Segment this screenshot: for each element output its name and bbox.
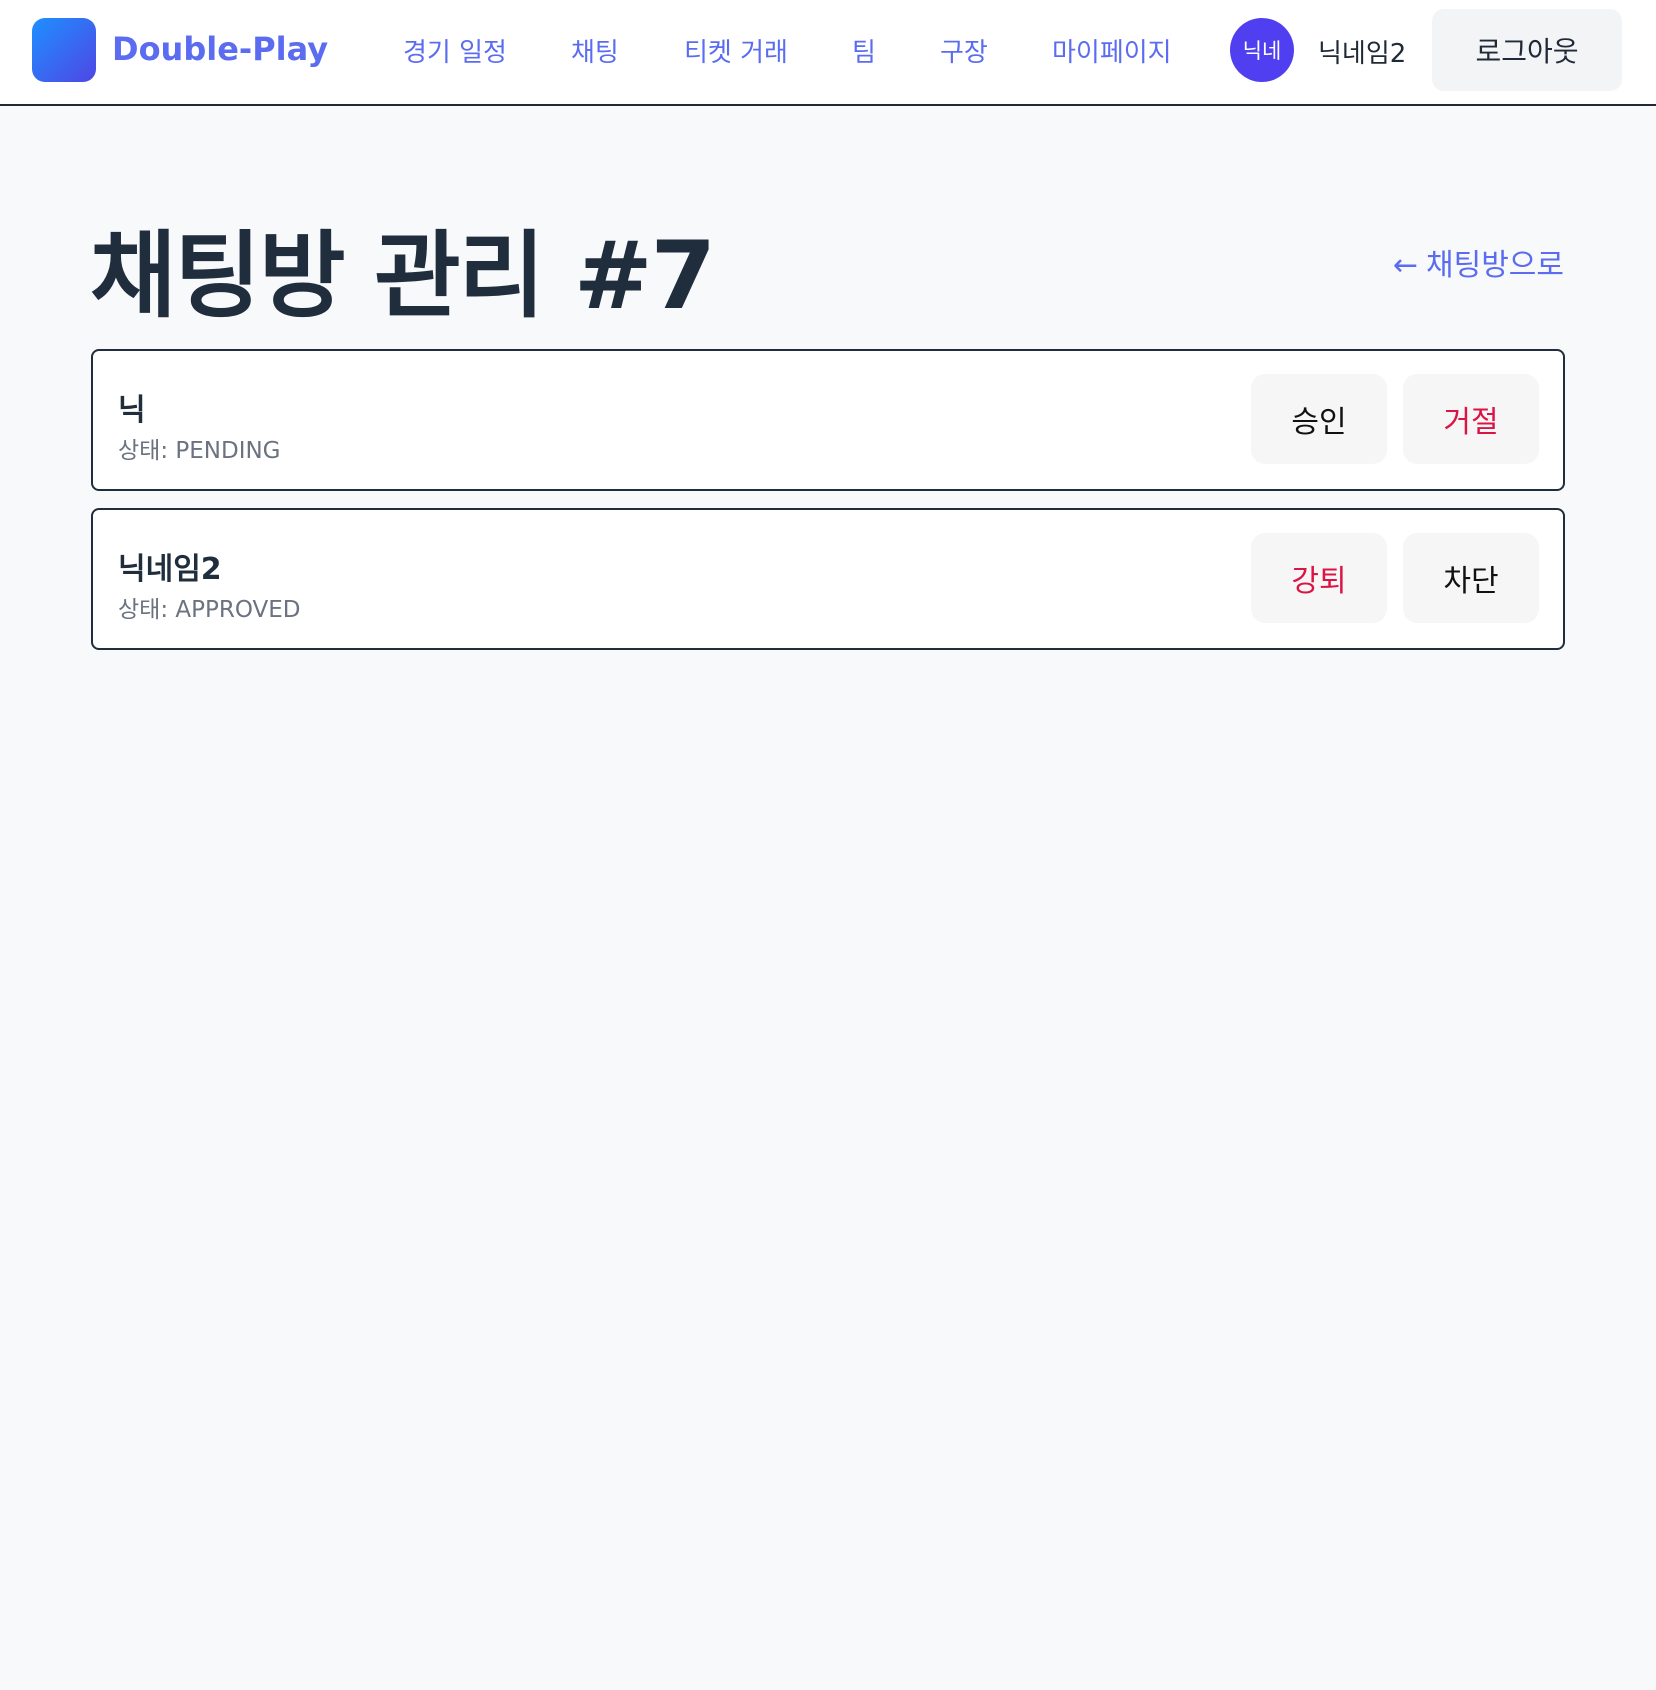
- back-to-chat-link[interactable]: ← 채팅방으로: [1393, 240, 1564, 284]
- avatar[interactable]: 닉네: [1230, 18, 1294, 82]
- brand-name[interactable]: Double-Play: [112, 30, 328, 68]
- approve-button[interactable]: 승인: [1251, 374, 1387, 464]
- logo-icon[interactable]: [32, 18, 96, 82]
- nav-ticket-trade[interactable]: 티켓 거래: [684, 32, 788, 69]
- top-navigation-bar: Double-Play 경기 일정 채팅 티켓 거래 팀 구장 마이페이지 닉네…: [0, 0, 1656, 106]
- kick-button[interactable]: 강퇴: [1251, 533, 1387, 623]
- member-name: 닉: [118, 393, 146, 428]
- block-button[interactable]: 차단: [1403, 533, 1539, 623]
- arrow-left-icon: ←: [1392, 248, 1418, 283]
- nav-schedule[interactable]: 경기 일정: [403, 32, 507, 69]
- logout-button[interactable]: 로그아웃: [1432, 9, 1622, 91]
- nav-mypage[interactable]: 마이페이지: [1052, 32, 1172, 69]
- reject-button[interactable]: 거절: [1403, 374, 1539, 464]
- page-title: 채팅방 관리 #7: [90, 222, 716, 331]
- nav-stadium[interactable]: 구장: [940, 32, 988, 69]
- member-card: 닉네임2 상태: APPROVED 강퇴 차단: [91, 508, 1565, 650]
- nav-chat[interactable]: 채팅: [571, 32, 619, 69]
- member-status: 상태: APPROVED: [118, 597, 301, 623]
- member-card: 닉 상태: PENDING 승인 거절: [91, 349, 1565, 491]
- member-name: 닉네임2: [118, 552, 222, 587]
- username: 닉네임2: [1318, 39, 1407, 69]
- member-status: 상태: PENDING: [118, 438, 281, 464]
- back-link-label: 채팅방으로: [1426, 248, 1564, 283]
- nav-team[interactable]: 팀: [852, 32, 876, 69]
